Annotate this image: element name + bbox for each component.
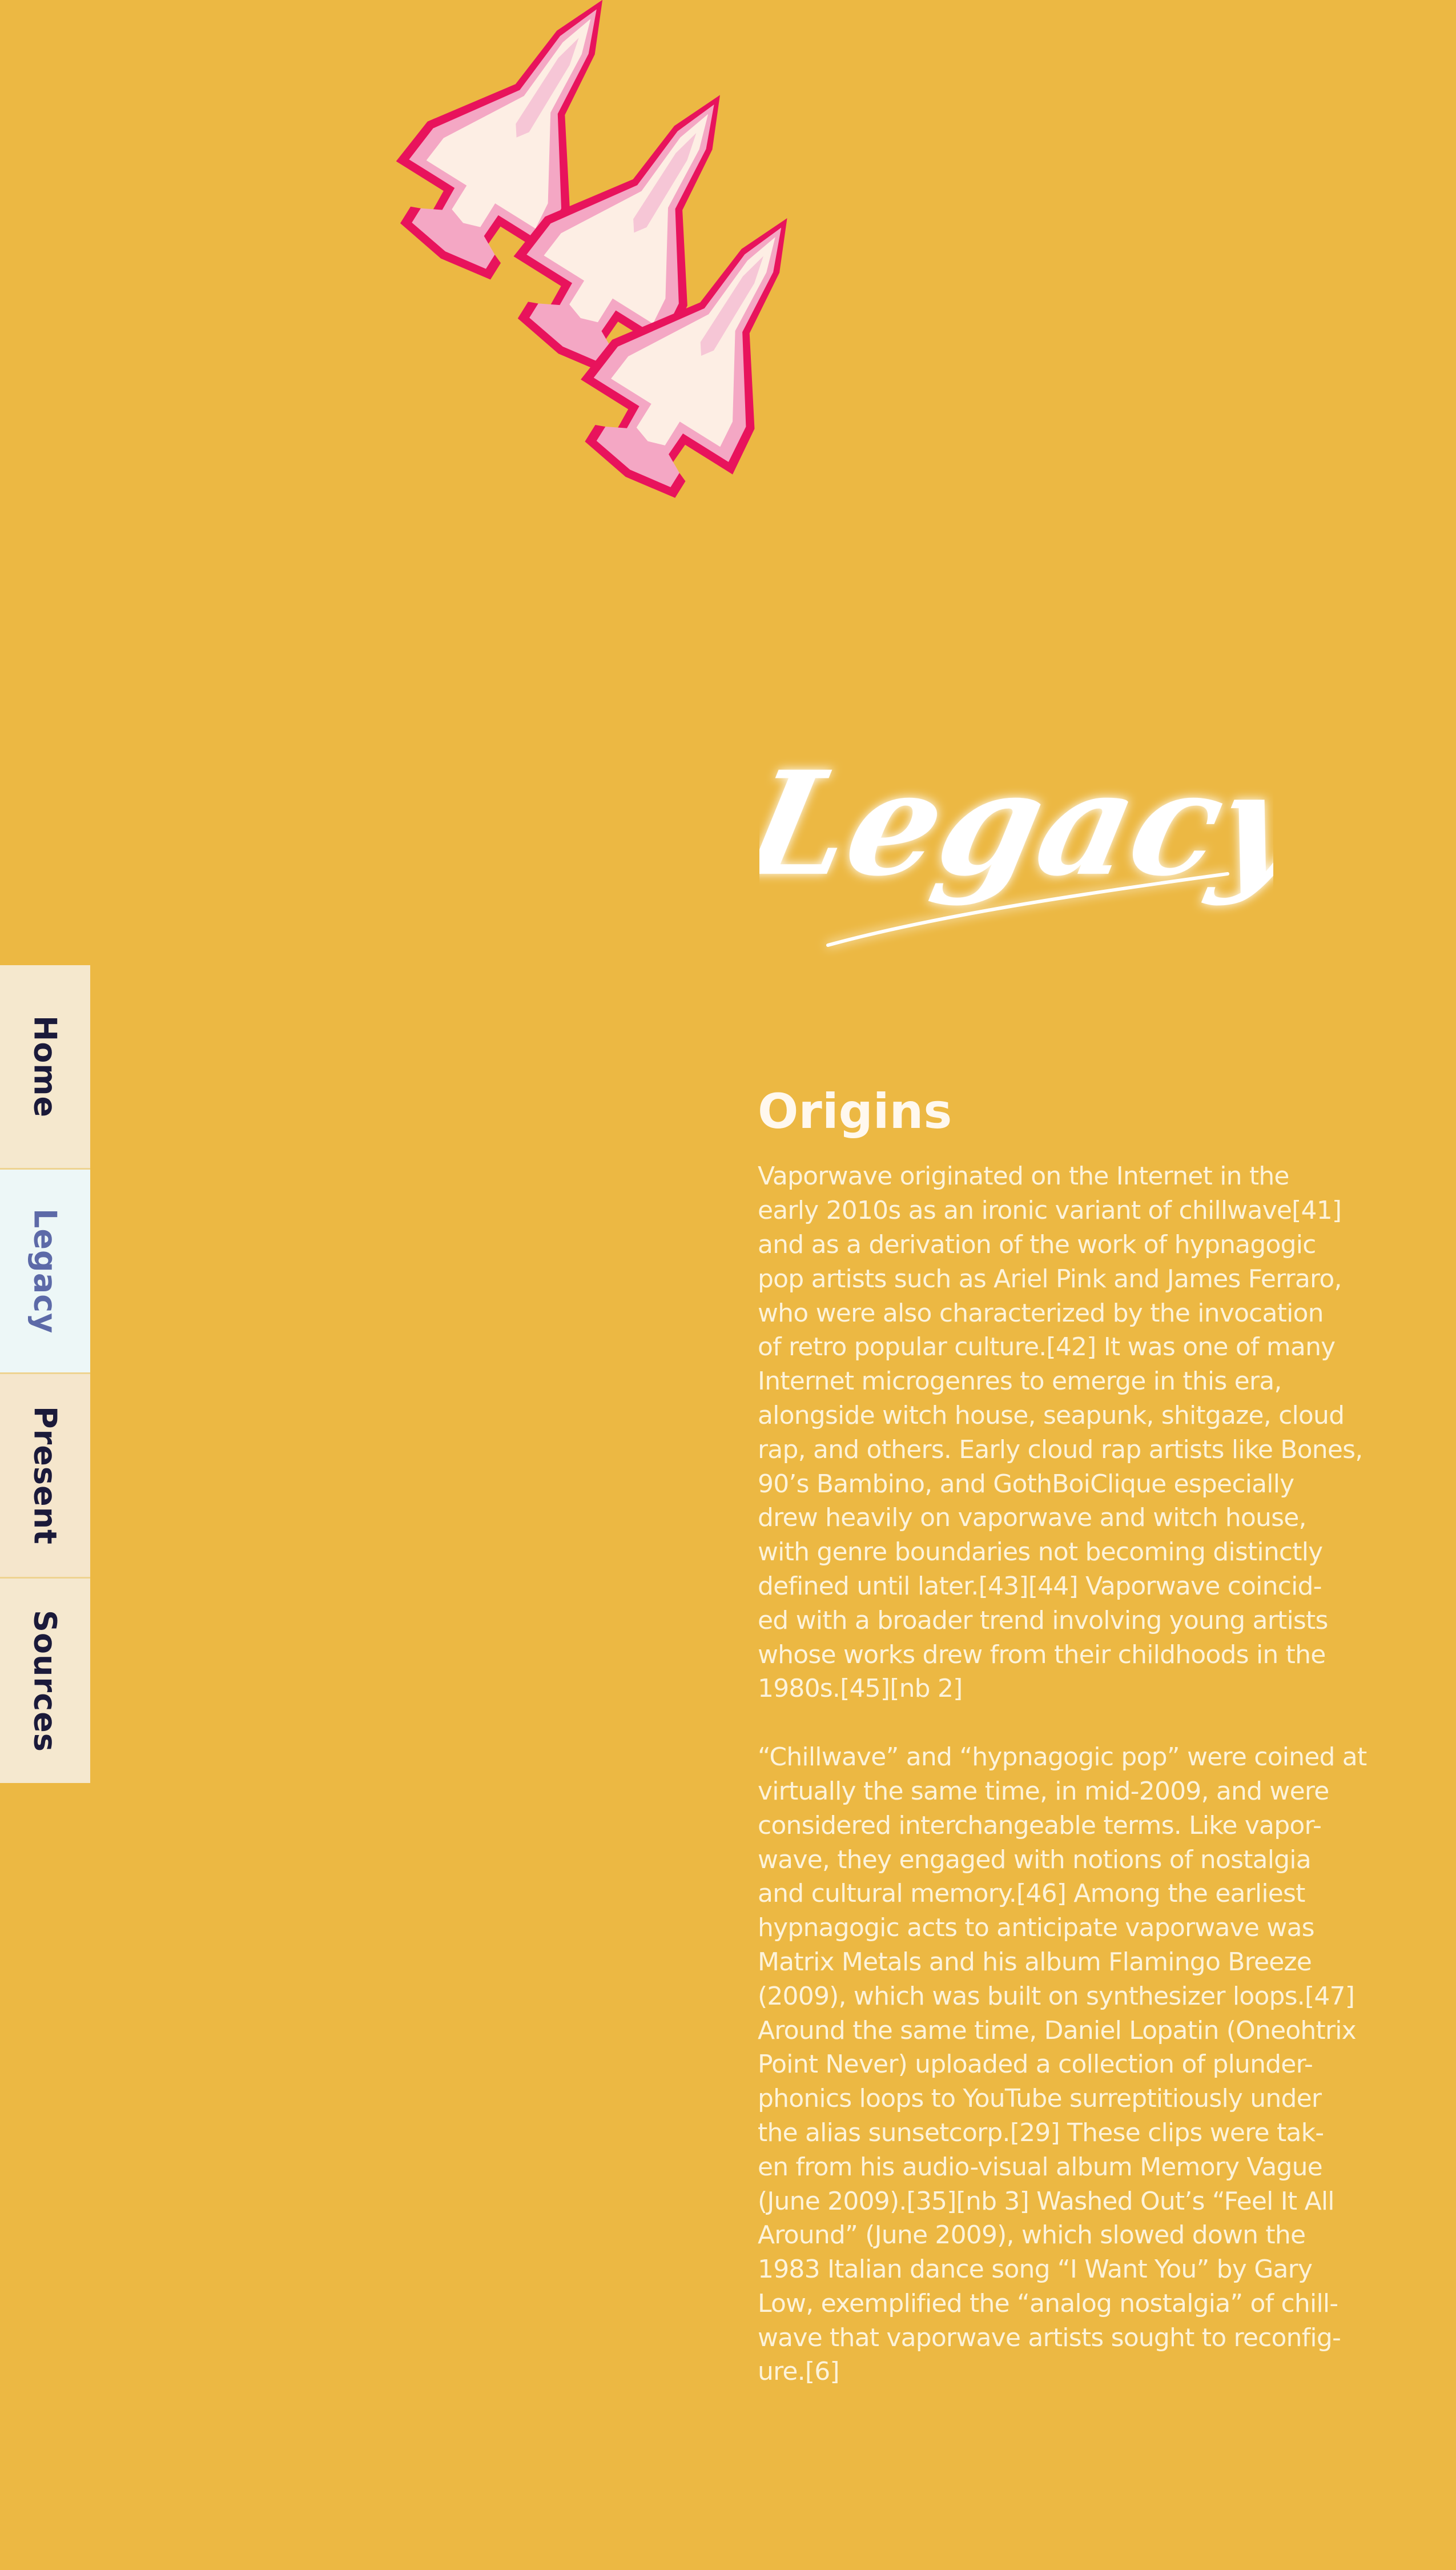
nav-tab-present[interactable]: Present — [0, 1374, 90, 1579]
paragraph-1: Vaporwave originated on the Internet in … — [758, 1162, 1363, 1704]
article-content: Origins Vaporwave originated on the Inte… — [758, 1085, 1391, 2423]
nav-tab-legacy-label: Legacy — [27, 1208, 63, 1334]
nav-tab-present-label: Present — [27, 1406, 63, 1545]
space-shuttle-art — [365, 0, 863, 524]
nav-tab-sources[interactable]: Sources — [0, 1579, 90, 1783]
hero-title: Legacy — [759, 740, 1273, 947]
nav-tab-home[interactable]: Home — [0, 965, 90, 1170]
hero-title-text: Legacy — [759, 740, 1273, 908]
paragraph-2: “Chillwave” and “hypnagogic pop” were co… — [758, 1742, 1367, 2387]
nav-tab-home-label: Home — [27, 1015, 63, 1118]
section-heading: Origins — [758, 1083, 952, 1139]
side-nav: Home Legacy Present Sources — [0, 965, 90, 1783]
nav-tab-legacy[interactable]: Legacy — [0, 1170, 90, 1374]
nav-tab-sources-label: Sources — [27, 1609, 63, 1752]
